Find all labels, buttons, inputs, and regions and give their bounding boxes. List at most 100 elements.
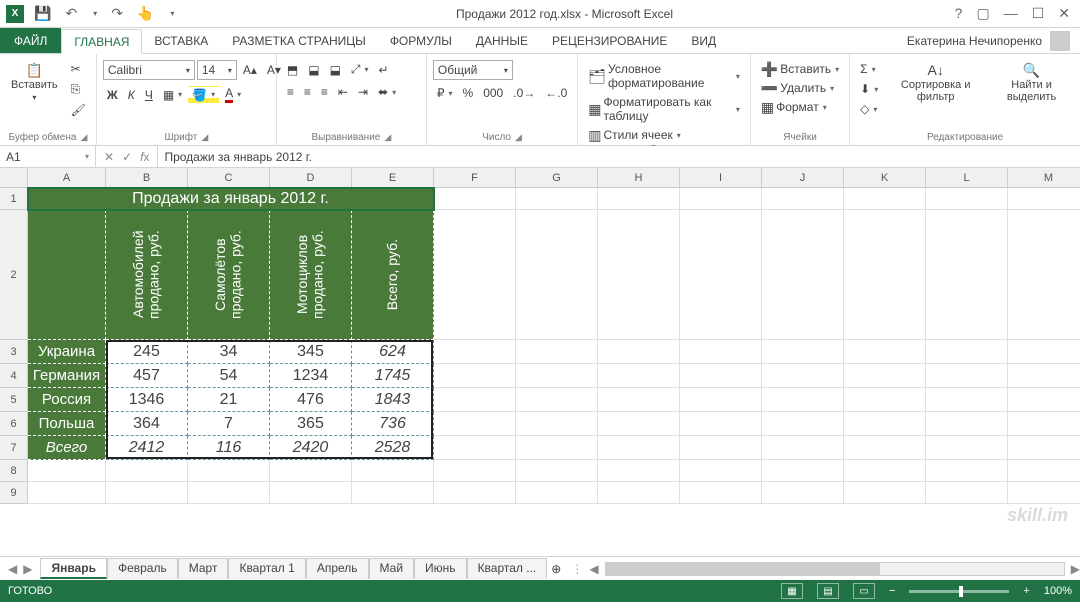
sheet-tab-7[interactable]: Квартал ... — [467, 558, 548, 579]
autosum-button[interactable]: Σ — [856, 60, 882, 78]
cell-F9[interactable] — [434, 482, 516, 504]
align-left-icon[interactable]: ≡ — [283, 83, 298, 101]
cell-M4[interactable] — [1008, 364, 1080, 388]
table-cell-r0-c3[interactable]: 624 — [352, 340, 434, 364]
cell-K6[interactable] — [844, 412, 926, 436]
sheet-tab-1[interactable]: Февраль — [107, 558, 178, 579]
format-painter-icon[interactable]: 🖌 — [67, 101, 90, 119]
cell-F6[interactable] — [434, 412, 516, 436]
formula-input[interactable]: Продажи за январь 2012 г. — [158, 146, 1080, 167]
cell-I7[interactable] — [680, 436, 762, 460]
cell-I2[interactable] — [680, 210, 762, 340]
col-header-G[interactable]: G — [516, 168, 598, 188]
table-cell-r3-c0[interactable]: 364 — [106, 412, 188, 436]
col-header-F[interactable]: F — [434, 168, 516, 188]
number-format-select[interactable]: Общий▾ — [433, 60, 513, 80]
table-col-header-1[interactable]: Самолётов продано, руб. — [188, 210, 270, 340]
cell-H1[interactable] — [598, 188, 680, 210]
clipboard-launcher[interactable]: ◢ — [80, 132, 87, 143]
increase-decimal-icon[interactable]: .0→ — [509, 84, 539, 102]
enter-formula-icon[interactable]: ✓ — [122, 150, 132, 164]
cell-G5[interactable] — [516, 388, 598, 412]
cell-G8[interactable] — [516, 460, 598, 482]
cell-L4[interactable] — [926, 364, 1008, 388]
table-cell-r2-c3[interactable]: 1843 — [352, 388, 434, 412]
row-header-5[interactable]: 5 — [0, 388, 28, 412]
percent-format-icon[interactable]: % — [459, 84, 478, 102]
cell-M8[interactable] — [1008, 460, 1080, 482]
horizontal-scrollbar[interactable] — [605, 562, 1065, 576]
hscroll-left-icon[interactable]: ◀ — [589, 562, 598, 576]
cell-M2[interactable] — [1008, 210, 1080, 340]
cell-J8[interactable] — [762, 460, 844, 482]
cell-M7[interactable] — [1008, 436, 1080, 460]
file-tab[interactable]: ФАЙЛ — [0, 28, 61, 53]
cell-H2[interactable] — [598, 210, 680, 340]
table-cell-r1-c1[interactable]: 54 — [188, 364, 270, 388]
cell-K9[interactable] — [844, 482, 926, 504]
cell-A9[interactable] — [28, 482, 106, 504]
minimize-icon[interactable]: — — [1004, 5, 1018, 22]
table-col-header-3[interactable]: Всего, руб. — [352, 210, 434, 340]
cell-F4[interactable] — [434, 364, 516, 388]
cell-styles-button[interactable]: ▥Стили ячеек — [584, 126, 685, 144]
col-header-B[interactable]: B — [106, 168, 188, 188]
cell-I6[interactable] — [680, 412, 762, 436]
cell-J1[interactable] — [762, 188, 844, 210]
underline-button[interactable]: Ч — [141, 86, 157, 104]
italic-button[interactable]: К — [124, 86, 139, 104]
table-row-header-2[interactable]: Россия — [28, 388, 106, 412]
cell-L5[interactable] — [926, 388, 1008, 412]
cell-L1[interactable] — [926, 188, 1008, 210]
cell-I5[interactable] — [680, 388, 762, 412]
align-middle-icon[interactable]: ⬓ — [304, 61, 323, 79]
cell-J6[interactable] — [762, 412, 844, 436]
col-header-A[interactable]: A — [28, 168, 106, 188]
comma-format-icon[interactable]: 000 — [479, 84, 507, 102]
cell-K8[interactable] — [844, 460, 926, 482]
cell-E8[interactable] — [352, 460, 434, 482]
col-header-I[interactable]: I — [680, 168, 762, 188]
merge-button[interactable]: ⬌ — [374, 83, 400, 101]
wrap-text-icon[interactable]: ↵ — [375, 61, 393, 79]
cell-I1[interactable] — [680, 188, 762, 210]
view-page-layout-icon[interactable]: ▤ — [817, 583, 839, 599]
cell-G3[interactable] — [516, 340, 598, 364]
bold-button[interactable]: Ж — [103, 86, 122, 104]
table-cell-r0-c2[interactable]: 345 — [270, 340, 352, 364]
tab-home[interactable]: ГЛАВНАЯ — [61, 29, 142, 54]
cell-H7[interactable] — [598, 436, 680, 460]
tab-insert[interactable]: ВСТАВКА — [142, 28, 220, 53]
cell-I9[interactable] — [680, 482, 762, 504]
row-header-7[interactable]: 7 — [0, 436, 28, 460]
font-launcher[interactable]: ◢ — [201, 132, 208, 143]
col-header-J[interactable]: J — [762, 168, 844, 188]
cell-K2[interactable] — [844, 210, 926, 340]
align-top-icon[interactable]: ⬒ — [283, 61, 302, 79]
cell-G1[interactable] — [516, 188, 598, 210]
row-header-3[interactable]: 3 — [0, 340, 28, 364]
col-header-C[interactable]: C — [188, 168, 270, 188]
zoom-slider[interactable] — [909, 590, 1009, 593]
cell-H4[interactable] — [598, 364, 680, 388]
save-icon[interactable]: 💾 — [30, 3, 55, 24]
sheet-tab-6[interactable]: Июнь — [414, 558, 467, 579]
cell-F8[interactable] — [434, 460, 516, 482]
tab-review[interactable]: РЕЦЕНЗИРОВАНИЕ — [540, 28, 679, 53]
cut-icon[interactable]: ✂ — [67, 60, 90, 78]
col-header-D[interactable]: D — [270, 168, 352, 188]
cell-F5[interactable] — [434, 388, 516, 412]
table-cell-r3-c1[interactable]: 7 — [188, 412, 270, 436]
zoom-level[interactable]: 100% — [1044, 585, 1072, 597]
col-header-L[interactable]: L — [926, 168, 1008, 188]
cell-L7[interactable] — [926, 436, 1008, 460]
sheet-tab-3[interactable]: Квартал 1 — [228, 558, 305, 579]
cell-J3[interactable] — [762, 340, 844, 364]
increase-indent-icon[interactable]: ⇥ — [354, 83, 372, 101]
increase-font-icon[interactable]: A▴ — [239, 61, 261, 79]
zoom-in-icon[interactable]: + — [1023, 585, 1029, 597]
table-cell-r1-c3[interactable]: 1745 — [352, 364, 434, 388]
cell-M1[interactable] — [1008, 188, 1080, 210]
cell-I8[interactable] — [680, 460, 762, 482]
fill-button[interactable]: ⬇ — [856, 80, 882, 98]
